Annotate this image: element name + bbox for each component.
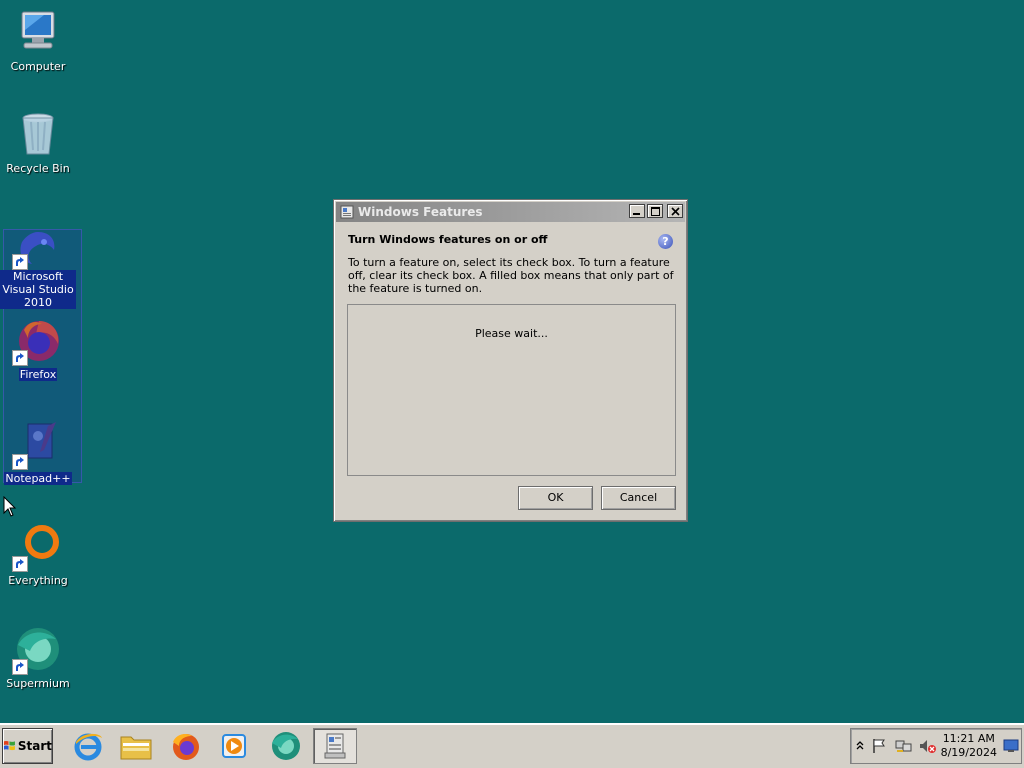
minimize-button[interactable] xyxy=(629,204,645,218)
desktop-icon-visual-studio[interactable]: Microsoft Visual Studio 2010 xyxy=(0,228,76,309)
show-hidden-icons-icon[interactable] xyxy=(856,740,864,750)
dialog-description: To turn a feature on, select its check b… xyxy=(348,256,674,295)
clock-date: 8/19/2024 xyxy=(940,746,997,759)
desktop-icon-label: Recycle Bin xyxy=(6,162,70,175)
shortcut-arrow-icon xyxy=(12,659,28,675)
show-desktop-icon[interactable] xyxy=(1003,739,1019,753)
file-explorer-icon xyxy=(120,736,152,760)
taskbar-windows-features[interactable] xyxy=(313,728,357,764)
ok-button[interactable]: OK xyxy=(518,486,593,510)
network-icon[interactable] xyxy=(895,738,913,754)
loading-status: Please wait... xyxy=(475,327,548,340)
desktop-icon-computer[interactable]: Computer xyxy=(0,8,76,73)
desktop-icon-notepad-plus-plus[interactable]: Notepad++ xyxy=(0,420,76,485)
maximize-icon xyxy=(650,206,660,216)
taskbar-supermium[interactable] xyxy=(264,728,308,764)
minimize-icon xyxy=(633,213,640,215)
computer-icon xyxy=(14,8,62,56)
mouse-cursor-icon xyxy=(3,496,17,517)
taskbar-firefox[interactable] xyxy=(164,728,208,764)
media-player-icon xyxy=(222,734,246,758)
desktop-icon-recycle-bin[interactable]: Recycle Bin xyxy=(0,110,76,175)
start-button[interactable]: Start xyxy=(2,728,53,764)
desktop-icon-label: Firefox xyxy=(18,368,58,381)
taskbar: Start 11:21 AM 8/19/2024 xyxy=(0,723,1024,768)
everything-search-icon xyxy=(12,522,62,572)
dialog-titlebar[interactable]: Windows Features xyxy=(336,202,685,222)
desktop-icon-label: Everything xyxy=(8,574,68,587)
dialog-heading: Turn Windows features on or off xyxy=(348,233,548,246)
desktop-icon-label: Notepad++ xyxy=(4,472,72,485)
shortcut-arrow-icon xyxy=(12,254,28,270)
help-icon[interactable]: ? xyxy=(658,234,673,249)
supermium-icon xyxy=(272,732,300,760)
desktop-icon-firefox[interactable]: Firefox xyxy=(0,316,76,381)
desktop-icon-supermium[interactable]: Supermium xyxy=(0,625,76,690)
desktop-icon-everything[interactable]: Everything xyxy=(0,522,76,587)
clock[interactable]: 11:21 AM 8/19/2024 xyxy=(941,732,997,760)
clock-time: 11:21 AM xyxy=(942,732,995,745)
cancel-button[interactable]: Cancel xyxy=(601,486,676,510)
desktop-icon-label: Supermium xyxy=(6,677,70,690)
shortcut-arrow-icon xyxy=(12,556,28,572)
visual-studio-icon xyxy=(12,228,62,276)
close-icon xyxy=(670,206,680,216)
taskbar-file-explorer[interactable] xyxy=(114,728,158,764)
action-center-flag-icon[interactable] xyxy=(871,738,887,754)
shortcut-arrow-icon xyxy=(12,454,28,470)
shortcut-arrow-icon xyxy=(12,350,28,366)
maximize-button[interactable] xyxy=(647,204,663,218)
windows-features-icon xyxy=(340,205,354,219)
supermium-icon xyxy=(12,625,62,675)
taskbar-internet-explorer[interactable] xyxy=(66,728,110,764)
recycle-bin-icon xyxy=(14,110,62,158)
desktop-icon-label: Computer xyxy=(10,60,66,73)
firefox-icon xyxy=(12,316,62,366)
windows-features-dialog: Windows Features Turn Windows features o… xyxy=(333,199,688,522)
internet-explorer-icon xyxy=(74,733,102,761)
dialog-title: Windows Features xyxy=(358,205,483,219)
firefox-icon xyxy=(173,734,199,760)
volume-muted-icon[interactable] xyxy=(919,738,937,754)
close-button[interactable] xyxy=(667,204,683,218)
windows-logo-icon xyxy=(3,740,15,751)
taskbar-media-player[interactable] xyxy=(212,728,256,764)
start-label: Start xyxy=(17,739,52,753)
features-tree[interactable]: Please wait... xyxy=(347,304,676,476)
notepad-plus-plus-icon xyxy=(12,420,62,470)
windows-features-icon xyxy=(324,733,346,759)
system-tray: 11:21 AM 8/19/2024 xyxy=(850,728,1022,764)
